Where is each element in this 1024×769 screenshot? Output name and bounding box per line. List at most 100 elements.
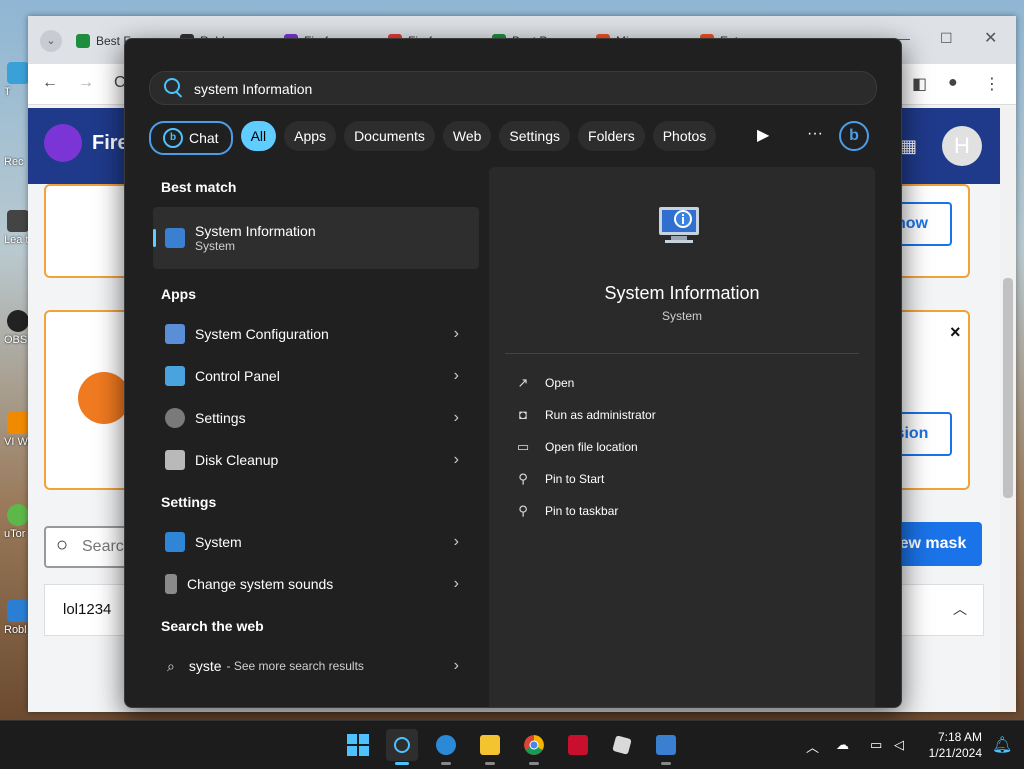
volume-icon[interactable]: ◁ <box>894 737 904 753</box>
chevron-right-icon[interactable]: › <box>454 533 459 551</box>
running-indicator <box>485 762 495 765</box>
action-run-as-administrator[interactable]: ◘ Run as administrator <box>515 407 656 422</box>
app-result-settings[interactable]: Settings › <box>153 397 479 439</box>
taskbar-file-explorer[interactable] <box>474 729 506 765</box>
scrollbar-thumb[interactable] <box>1003 278 1013 498</box>
app-result-system-configuration[interactable]: System Configuration › <box>153 313 479 355</box>
filter-folders[interactable]: Folders <box>578 121 645 151</box>
windows-logo-icon <box>347 734 369 756</box>
best-match-result[interactable]: System Information System <box>153 207 479 269</box>
action-pin-to-taskbar[interactable]: ⚲ Pin to taskbar <box>515 503 618 519</box>
section-apps: Apps <box>161 286 196 302</box>
profile-icon[interactable]: ● <box>948 74 958 92</box>
clock-time: 7:18 AM <box>937 730 982 744</box>
onedrive-icon[interactable]: ☁ <box>836 737 849 753</box>
more-options-icon[interactable]: ··· <box>807 125 823 143</box>
clock-date: 1/21/2024 <box>928 746 982 760</box>
filter-apps[interactable]: Apps <box>284 121 337 151</box>
roblox-icon <box>612 735 632 755</box>
running-indicator <box>661 762 671 765</box>
list-item-label: lol1234 <box>63 601 112 618</box>
app-result-control-panel[interactable]: Control Panel › <box>153 355 479 397</box>
action-open-file-location[interactable]: ▭ Open file location <box>515 439 638 455</box>
vlc-icon <box>7 412 29 434</box>
apps-grid-icon[interactable]: ▦ <box>900 136 917 157</box>
bing-icon[interactable]: b <box>839 121 869 151</box>
pin-icon: ⚲ <box>518 503 528 518</box>
chevron-up-icon[interactable]: ︿ <box>806 737 819 756</box>
control-panel-icon <box>165 366 185 386</box>
app-result-disk-cleanup[interactable]: Disk Cleanup › <box>153 439 479 481</box>
edge-icon <box>436 735 456 755</box>
search-box[interactable] <box>149 71 877 105</box>
chevron-right-icon[interactable]: › <box>454 325 459 343</box>
taskbar-mcafee[interactable] <box>562 729 594 761</box>
chevron-right-icon[interactable]: › <box>454 451 459 469</box>
sidebar-icon[interactable]: ◧ <box>912 74 927 94</box>
forward-icon[interactable]: → <box>78 74 94 92</box>
start-search-panel: bChat All Apps Documents Web Settings Fo… <box>124 38 902 708</box>
shield-icon: ◘ <box>519 407 527 422</box>
app-icon <box>7 62 29 84</box>
app-icon <box>7 210 29 232</box>
browser-tab-1[interactable]: Best F <box>76 28 131 54</box>
best-match-title: System Information <box>195 223 316 239</box>
page-scrollbar[interactable] <box>1000 108 1016 712</box>
best-match-subtitle: System <box>195 239 236 253</box>
search-input[interactable] <box>192 78 856 100</box>
setting-result-change-system-sounds[interactable]: Change system sounds › <box>153 563 479 605</box>
taskbar-chrome[interactable] <box>518 729 550 765</box>
system-information-icon <box>656 735 676 755</box>
folder-icon <box>480 735 500 755</box>
running-indicator <box>529 762 539 765</box>
chevron-right-icon[interactable]: › <box>454 575 459 593</box>
open-external-icon: ↗ <box>517 375 529 390</box>
chevron-right-icon[interactable]: › <box>454 367 459 385</box>
menu-icon[interactable]: ⋮ <box>984 74 1000 94</box>
setting-result-system[interactable]: System › <box>153 521 479 563</box>
chevron-right-icon[interactable]: › <box>454 409 459 427</box>
action-pin-to-start[interactable]: ⚲ Pin to Start <box>515 471 604 487</box>
filter-chat[interactable]: b Chat <box>149 121 233 155</box>
illustration-icon <box>78 372 130 424</box>
divider <box>505 353 859 354</box>
firefly-logo-icon <box>44 124 82 162</box>
chevron-right-icon[interactable]: › <box>454 657 459 675</box>
search-icon <box>164 78 180 94</box>
pin-icon: ⚲ <box>518 471 528 486</box>
action-open[interactable]: ↗ Open <box>515 375 575 391</box>
folder-icon: ▭ <box>516 439 530 454</box>
taskbar-search-button[interactable] <box>386 729 418 765</box>
taskbar-system-information[interactable] <box>650 729 682 765</box>
bing-chat-icon: b <box>163 128 183 148</box>
filter-documents[interactable]: Documents <box>344 121 435 151</box>
notification-bell-icon[interactable]: 🔔︎ <box>992 735 1012 754</box>
section-settings: Settings <box>161 494 217 510</box>
chevron-up-icon[interactable]: ︿ <box>953 599 967 619</box>
system-clock[interactable]: 7:18 AM 1/21/2024 <box>929 729 982 761</box>
tab-favicon <box>76 34 90 48</box>
search-icon: ○ <box>56 534 69 556</box>
avatar[interactable]: H <box>942 126 982 166</box>
preview-subtitle: System <box>661 309 702 323</box>
active-indicator <box>395 762 409 765</box>
close-icon[interactable]: ✕ <box>984 28 997 48</box>
system-configuration-icon <box>165 324 185 344</box>
taskbar-edge-dev[interactable] <box>430 729 462 765</box>
filter-photos[interactable]: Photos <box>652 121 717 151</box>
taskbar-roblox[interactable] <box>606 729 638 761</box>
card-close-button[interactable]: × <box>950 322 961 343</box>
mcafee-shield-icon <box>568 735 588 755</box>
network-icon[interactable]: ▭ <box>870 737 882 753</box>
filter-settings[interactable]: Settings <box>499 121 571 151</box>
web-search-result[interactable]: ⌕ syste - See more search results › <box>153 645 479 687</box>
maximize-icon[interactable]: ☐ <box>940 30 953 47</box>
system-information-icon <box>659 207 699 243</box>
settings-gear-icon <box>165 408 185 428</box>
filter-web[interactable]: Web <box>442 121 492 151</box>
filter-all[interactable]: All <box>240 121 277 151</box>
play-icon[interactable]: ▶ <box>757 125 769 145</box>
start-button[interactable] <box>342 729 374 761</box>
tab-search-button[interactable]: ⌄ <box>40 30 62 52</box>
back-icon[interactable]: ← <box>42 74 58 92</box>
